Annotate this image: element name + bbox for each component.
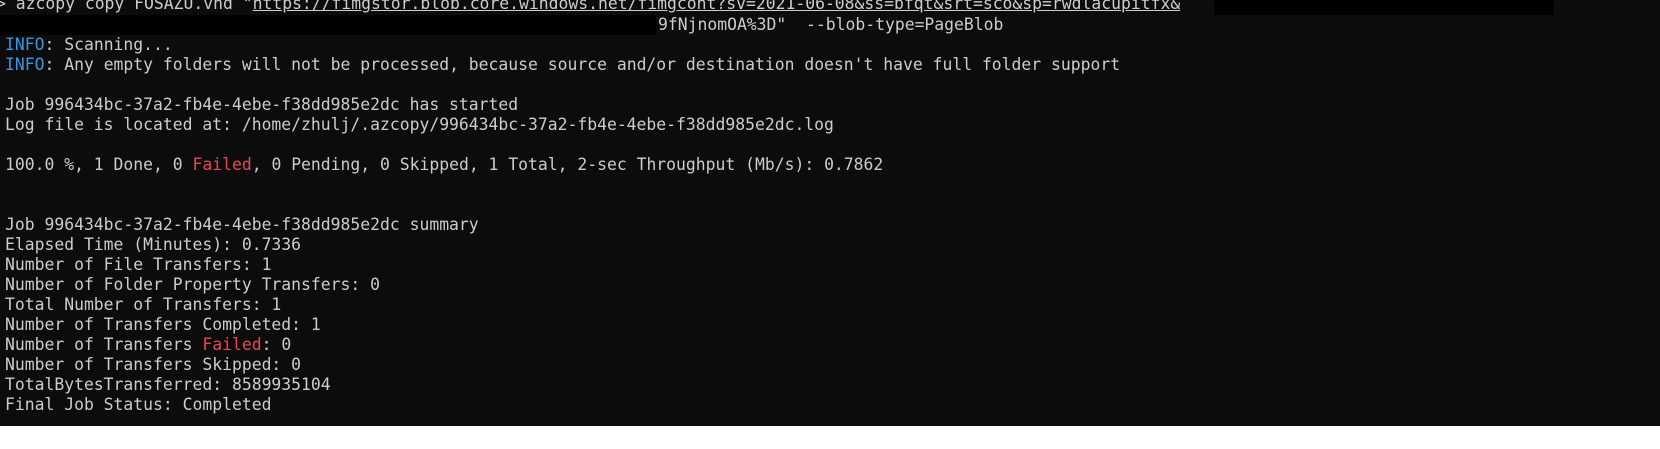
info-tag: INFO — [5, 35, 45, 54]
info-line: INFO: Any empty folders will not be proc… — [5, 55, 1121, 74]
redacted-region — [1214, 0, 1554, 15]
progress-line: 100.0 %, 1 Done, 0 Failed, 0 Pending, 0 … — [5, 155, 884, 174]
total-transfers: Total Number of Transfers: 1 — [5, 295, 282, 314]
failed-label: Failed — [192, 155, 252, 174]
bytes-transferred: TotalBytesTransferred: 8589935104 — [5, 375, 331, 394]
folder-transfers: Number of Folder Property Transfers: 0 — [5, 275, 380, 294]
elapsed-time: Elapsed Time (Minutes): 0.7336 — [5, 235, 302, 254]
prompt: > — [0, 0, 6, 13]
command-continuation: 9fNjnomOA%3D" --blob-type=PageBlob — [658, 15, 1004, 34]
info-tag: INFO — [5, 55, 45, 74]
job-started: Job 996434bc-37a2-fb4e-4ebe-f38dd985e2dc… — [5, 95, 519, 114]
final-job-status: Final Job Status: Completed — [5, 395, 272, 414]
summary-header: Job 996434bc-37a2-fb4e-4ebe-f38dd985e2dc… — [5, 215, 479, 234]
terminal-window[interactable]: > azcopy copy FOSAZU.vhd "https://fimgst… — [0, 0, 1660, 426]
log-file-path: Log file is located at: /home/zhulj/.azc… — [5, 115, 834, 134]
transfers-skipped: Number of Transfers Skipped: 0 — [5, 355, 302, 374]
transfers-failed: Number of Transfers Failed: 0 — [5, 335, 292, 354]
file-transfers: Number of File Transfers: 1 — [5, 255, 272, 274]
failed-label: Failed — [202, 335, 262, 354]
command-text: azcopy copy FOSAZU.vhd " — [15, 0, 253, 13]
transfers-completed: Number of Transfers Completed: 1 — [5, 315, 321, 334]
info-line: INFO: Scanning... — [5, 35, 173, 54]
blob-url[interactable]: https://fimgstor.blob.core.windows.net/f… — [253, 0, 1181, 13]
command-line: > azcopy copy FOSAZU.vhd "https://fimgst… — [0, 0, 1180, 14]
redacted-region — [0, 15, 656, 35]
